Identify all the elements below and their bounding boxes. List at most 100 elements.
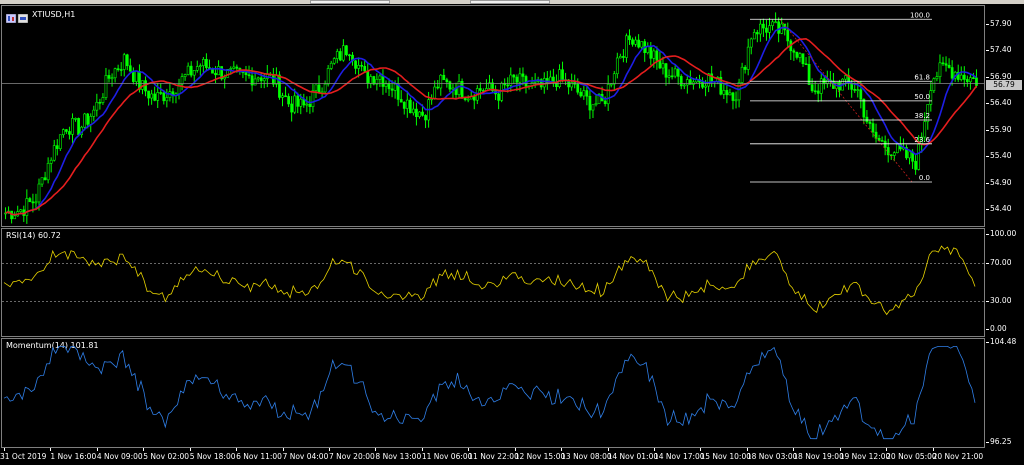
candle-body — [883, 140, 887, 148]
candle-body — [412, 108, 415, 114]
candle-body — [89, 116, 93, 125]
time-tick-label: 13 Nov 08:00 — [561, 452, 612, 461]
candle-body — [859, 89, 863, 100]
time-axis[interactable]: 31 Oct 2019 1 Nov 16:00 4 Nov 09:00 5 Nov 0… — [0, 448, 1024, 465]
candle-body — [631, 39, 634, 45]
time-tick-mark — [561, 448, 563, 451]
candle-body — [418, 111, 421, 118]
price-tick-mark — [986, 182, 989, 184]
candle-body — [591, 104, 595, 111]
price-chart[interactable]: 100.0 61.8 50.0 38.2 23.6 0.0 — [2, 6, 984, 226]
time-tick-label: 15 Nov 10:00 — [700, 452, 751, 461]
candle-body — [862, 98, 866, 118]
candle-body — [415, 108, 418, 118]
candle-body — [202, 59, 205, 66]
candle-body — [229, 68, 233, 70]
candle-body — [588, 95, 592, 111]
candle-body — [609, 83, 613, 86]
candle-body — [880, 140, 884, 142]
candle-body — [372, 76, 376, 85]
candle-body — [281, 95, 284, 98]
candle-body — [186, 65, 190, 75]
momentum-tick-label: 96.25 — [990, 437, 1012, 446]
time-tick-label: 18 Nov 03:00 — [746, 452, 798, 461]
candle-body — [740, 66, 744, 83]
candle-body — [138, 70, 141, 90]
candle-body — [777, 21, 780, 34]
price-tick-label: 54.90 — [990, 177, 1012, 187]
candle-body — [746, 46, 750, 70]
candle-body — [670, 75, 674, 78]
candle-body — [804, 63, 808, 66]
candle-body — [478, 88, 482, 91]
candle-body — [357, 65, 360, 69]
time-tick-label: 12 Nov 15:00 — [514, 452, 566, 461]
momentum-chart[interactable] — [2, 339, 984, 447]
candle-body — [658, 60, 662, 69]
candle-body — [518, 73, 522, 83]
time-tick-mark — [700, 448, 702, 451]
candle-body — [935, 76, 939, 80]
momentum-tick-label: 104.48 — [990, 337, 1017, 346]
candle-body — [679, 76, 683, 87]
candle-body — [390, 88, 394, 91]
candle-body — [107, 75, 111, 79]
price-tick-mark — [986, 50, 989, 52]
candle-body — [223, 77, 227, 80]
time-tick-label: 6 Nov 11:00 — [236, 452, 282, 461]
time-tick-mark — [329, 448, 330, 451]
rsi-scale[interactable]: 100.00 70.00 30.00 0.00 — [986, 228, 1024, 337]
candle-body — [214, 72, 217, 76]
rsi-line — [3, 245, 976, 316]
candle-body — [259, 77, 263, 82]
momentum-pane[interactable]: Momentum(14) 101.81 — [1, 338, 985, 448]
candle-body — [965, 79, 969, 83]
candle-body — [65, 129, 68, 132]
candle-body — [798, 53, 802, 58]
candle-body — [762, 23, 765, 29]
candle-body — [217, 66, 220, 76]
candle-body — [929, 90, 933, 105]
candle-body — [704, 85, 707, 88]
fib-level-label: 38.2 — [914, 112, 930, 120]
candle-body — [284, 95, 287, 98]
time-tick-mark — [143, 448, 145, 451]
candle-body — [37, 183, 41, 203]
time-tick-label: 20 Nov 05:00 — [886, 452, 937, 461]
tab[interactable] — [310, 0, 390, 4]
candle-body — [969, 77, 972, 83]
rsi-chart[interactable] — [2, 229, 984, 336]
time-tick-label: 14 Nov 01:00 — [607, 452, 659, 461]
candle-body — [917, 143, 921, 170]
momentum-scale[interactable]: 104.48 96.25 — [986, 337, 1024, 448]
candle-body — [710, 73, 714, 82]
candle-body — [360, 65, 364, 67]
candle-body — [135, 70, 138, 82]
price-scale[interactable]: 57.90 57.40 56.90 56.40 55.90 55.40 54.90 54.40 — [986, 5, 1024, 227]
candle-body — [853, 89, 857, 91]
candle-body — [393, 83, 397, 91]
candle-body — [813, 90, 817, 93]
candle-body — [128, 65, 132, 72]
candle-body — [311, 90, 315, 107]
candle-body — [31, 201, 35, 204]
tab[interactable] — [470, 0, 550, 4]
candle-body — [19, 209, 23, 212]
time-tick-mark — [96, 448, 98, 451]
candle-body — [329, 62, 333, 69]
candle-body — [606, 84, 610, 105]
time-tick-label: 11 Nov 06:00 — [421, 452, 473, 461]
candle-body — [399, 99, 403, 103]
candle-body — [451, 87, 455, 90]
price-pane[interactable]: XTIUSD,H1 100.0 61.8 50.0 38.2 23.6 0.0 — [1, 5, 985, 227]
candle-body — [959, 74, 963, 80]
candle-body — [975, 77, 978, 86]
rsi-tick-label: 0.00 — [990, 324, 1007, 333]
candle-body — [448, 81, 452, 90]
ma-fast-line — [5, 26, 977, 216]
candle-body — [323, 83, 327, 93]
rsi-pane[interactable]: RSI(14) 60.72 — [1, 228, 985, 337]
candle-body — [801, 53, 805, 65]
candle-body — [795, 51, 799, 58]
candle-body — [515, 76, 519, 83]
